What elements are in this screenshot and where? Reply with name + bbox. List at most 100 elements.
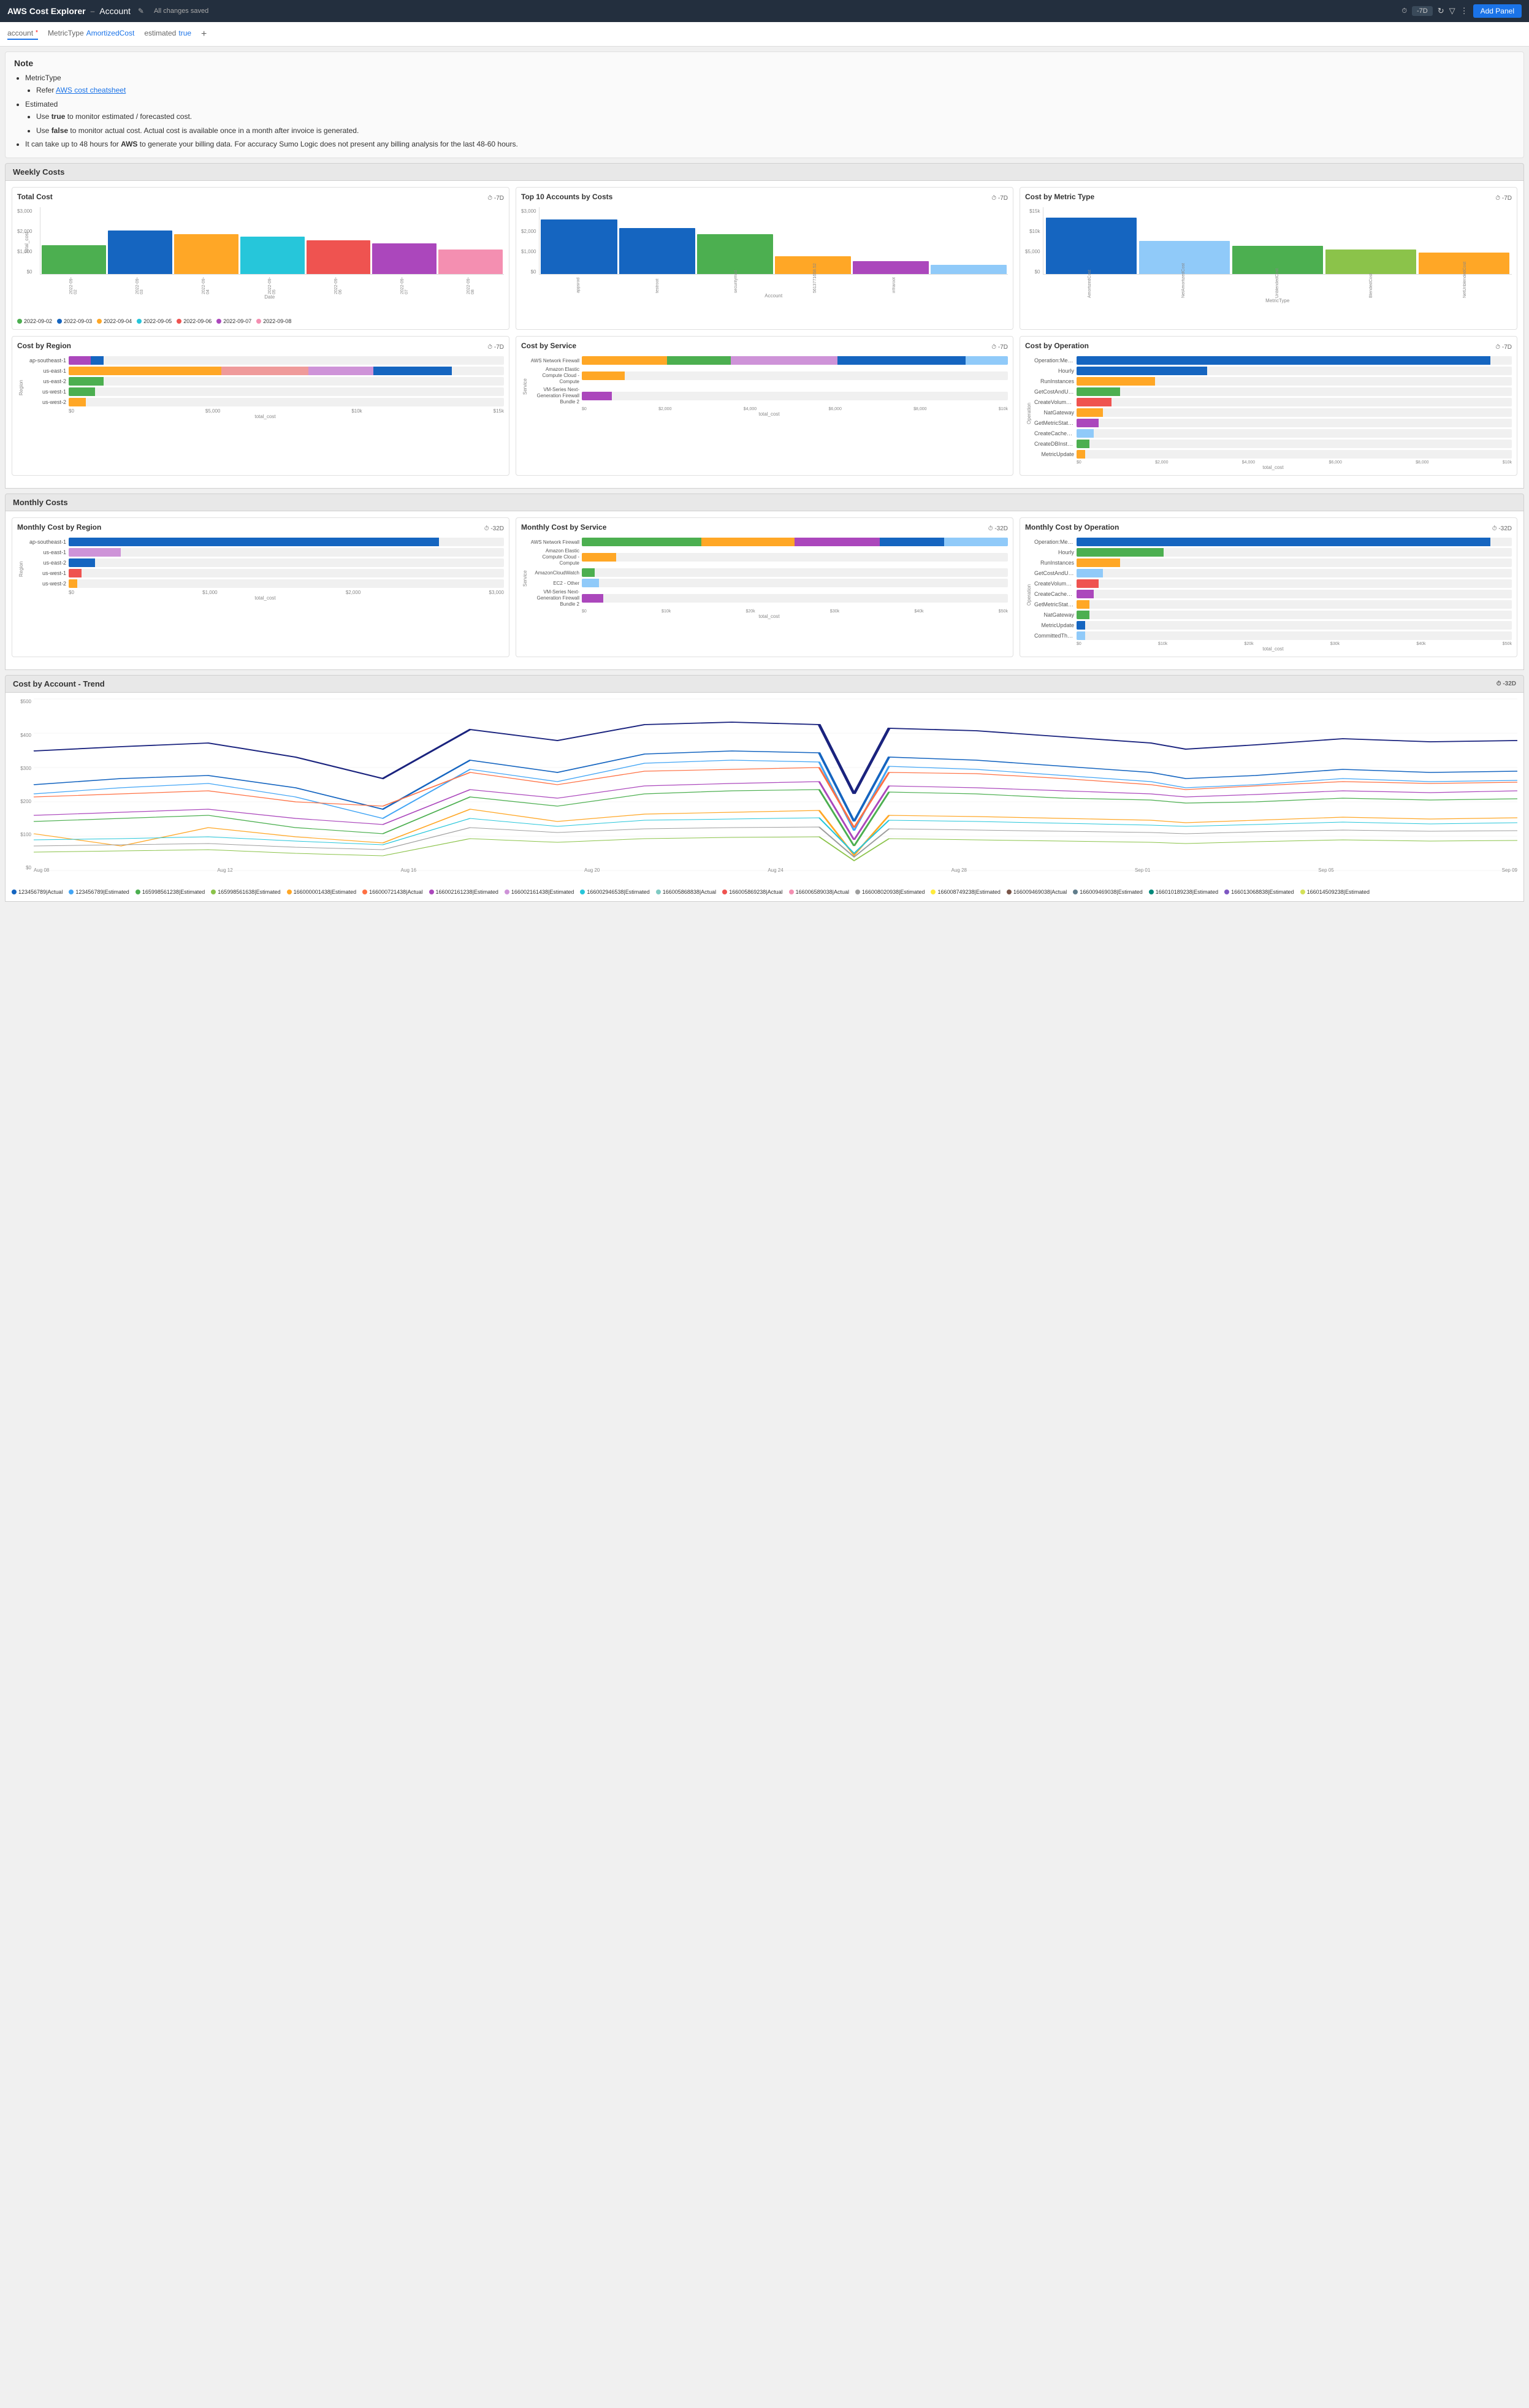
trend-chart-container: $500$400$300$200$100$0 xyxy=(5,693,1524,902)
bar-testroot xyxy=(619,228,695,275)
title-separator: – xyxy=(91,7,95,15)
note-item-metric: MetricType xyxy=(25,74,61,82)
legend-item-4: 165998561638|Estimated xyxy=(211,889,280,895)
bar-sep03 xyxy=(108,231,172,274)
top-accounts-time[interactable]: ⏱ -7D xyxy=(991,195,1008,202)
trend-legend: 123456789|Actual 123456789|Estimated 165… xyxy=(12,889,1517,895)
legend-sep02: 2022-09-02 xyxy=(17,318,52,324)
note-item-estimated: Estimated xyxy=(25,100,58,109)
monthly-costs-container: Monthly Cost by Region ⏱ -32D Region ap-… xyxy=(5,511,1524,670)
trend-section-header: Cost by Account - Trend ⏱ -32D xyxy=(5,675,1524,693)
filter-account[interactable]: account * xyxy=(7,29,38,40)
monthly-service-cloudwatch: AmazonCloudWatch xyxy=(530,568,1008,577)
op-row-metricupdate: MetricUpdate xyxy=(1034,450,1512,459)
legend-item-10: 166005868838|Actual xyxy=(656,889,716,895)
monthly-service-firewall: AWS Network Firewall xyxy=(530,538,1008,546)
legend-item-19: 166014509238|Estimated xyxy=(1300,889,1370,895)
cost-operation-title: Cost by Operation xyxy=(1025,341,1089,350)
monthly-region-use2: us-east-2 xyxy=(26,558,504,567)
legend-item-7: 166002161238|Estimated xyxy=(429,889,498,895)
monthly-op-hourly: Hourly xyxy=(1034,548,1512,557)
legend-item-5: 166000001438|Estimated xyxy=(287,889,356,895)
clock-icon: ⏱ xyxy=(1401,7,1407,15)
monthly-operation-panel: Monthly Cost by Operation ⏱ -32D Operati… xyxy=(1020,517,1517,657)
monthly-op-runinstances: RunInstances xyxy=(1034,558,1512,567)
filter-metric-value: AmortizedCost xyxy=(86,29,135,37)
monthly-region-time[interactable]: ⏱ -32D xyxy=(484,525,504,532)
region-row-us-west-2: us-west-2 xyxy=(26,398,504,406)
monthly-service-ec2: Amazon Elastic Compute Cloud - Compute xyxy=(530,548,1008,566)
legend-item-1: 123456789|Actual xyxy=(12,889,63,895)
monthly-service-time[interactable]: ⏱ -32D xyxy=(988,525,1008,532)
region-row-us-east-1: us-east-1 xyxy=(26,367,504,375)
cost-operation-time[interactable]: ⏱ -7D xyxy=(1495,344,1512,351)
op-row-createvol: CreateVolume-Gp2 xyxy=(1034,398,1512,406)
service-row-firewall: AWS Network Firewall xyxy=(530,356,1008,365)
weekly-costs-container: Total Cost ⏱ -7D $3,000$2,000$1,000$0 to… xyxy=(5,181,1524,489)
legend-item-16: 166009469038|Estimated xyxy=(1073,889,1142,895)
legend-item-18: 166013068838|Estimated xyxy=(1224,889,1294,895)
monthly-op-createvol: CreateVolume-Gp2 xyxy=(1034,579,1512,588)
bar-sep05 xyxy=(240,237,305,274)
legend-sep06: 2022-09-06 xyxy=(177,318,212,324)
legend-sep08: 2022-09-08 xyxy=(256,318,291,324)
service-row-ec2: Amazon Elastic Compute Cloud - Compute xyxy=(530,367,1008,385)
monthly-region-title: Monthly Cost by Region xyxy=(17,523,101,532)
legend-item-9: 166002946538|Estimated xyxy=(580,889,649,895)
op-row-createcache: CreateCacheCluster:002 xyxy=(1034,429,1512,438)
monthly-service-panel: Monthly Cost by Service ⏱ -32D Service A… xyxy=(516,517,1013,657)
monthly-region-use1: us-east-1 xyxy=(26,548,504,557)
filter-icon[interactable]: ▽ xyxy=(1449,6,1455,16)
bar-appsrod xyxy=(541,219,617,274)
note-link-cheatsheet[interactable]: AWS cost cheatsheet xyxy=(56,86,126,94)
filter-estimated[interactable]: estimated true xyxy=(144,29,191,40)
legend-sep04: 2022-09-04 xyxy=(97,318,132,324)
monthly-service-vm: VM-Series Next-Generation Firewall Bundl… xyxy=(530,589,1008,608)
cost-region-time[interactable]: ⏱ -7D xyxy=(487,344,504,351)
monthly-costs-header: Monthly Costs xyxy=(5,493,1524,511)
total-cost-time[interactable]: ⏱ -7D xyxy=(487,195,504,202)
cost-service-time[interactable]: ⏱ -7D xyxy=(991,344,1008,351)
monthly-region-panel: Monthly Cost by Region ⏱ -32D Region ap-… xyxy=(12,517,509,657)
monthly-service-ec2other: EC2 - Other xyxy=(530,579,1008,587)
saved-status: All changes saved xyxy=(154,7,208,15)
bar-sep08 xyxy=(438,250,503,274)
filter-account-label: account xyxy=(7,29,33,37)
monthly-operation-time[interactable]: ⏱ -32D xyxy=(1492,525,1512,532)
note-section: Note MetricType Refer AWS cost cheatshee… xyxy=(5,51,1524,158)
filter-estimated-value: true xyxy=(178,29,191,37)
bar-securitymsd xyxy=(697,234,773,274)
note-list: MetricType Refer AWS cost cheatsheet Est… xyxy=(14,72,1515,150)
legend-sep05: 2022-09-05 xyxy=(137,318,172,324)
filter-bar: account * MetricType AmortizedCost estim… xyxy=(0,22,1529,47)
legend-item-8: 166002161438|Estimated xyxy=(505,889,574,895)
weekly-row-2: Cost by Region ⏱ -7D Region ap-southeast… xyxy=(12,336,1517,476)
monthly-region-usw2: us-west-2 xyxy=(26,579,504,588)
legend-item-14: 166008749238|Estimated xyxy=(931,889,1000,895)
total-cost-panel: Total Cost ⏱ -7D $3,000$2,000$1,000$0 to… xyxy=(12,187,509,330)
trend-time[interactable]: ⏱ -32D xyxy=(1497,680,1516,687)
add-panel-button[interactable]: Add Panel xyxy=(1473,4,1522,18)
time-range[interactable]: -7D xyxy=(1412,6,1433,16)
cost-metric-time[interactable]: ⏱ -7D xyxy=(1495,195,1512,202)
refresh-icon[interactable]: ↻ xyxy=(1438,6,1444,16)
trend-chart-area: $500$400$300$200$100$0 xyxy=(12,699,1517,895)
filter-metric-type[interactable]: MetricType AmortizedCost xyxy=(48,29,134,40)
legend-sep03: 2022-09-03 xyxy=(57,318,92,324)
cost-metric-title: Cost by Metric Type xyxy=(1025,192,1094,201)
top-accounts-panel: Top 10 Accounts by Costs ⏱ -7D $3,000$2,… xyxy=(516,187,1013,330)
trend-title: Cost by Account - Trend xyxy=(13,679,105,688)
legend-item-11: 166005869238|Actual xyxy=(722,889,782,895)
add-filter-button[interactable]: + xyxy=(201,29,207,40)
filter-metric-label: MetricType xyxy=(48,29,84,37)
monthly-op-metering: Operation:Metering xyxy=(1034,538,1512,546)
more-icon[interactable]: ⋮ xyxy=(1460,6,1468,16)
op-row-hourly: Hourly xyxy=(1034,367,1512,375)
top-accounts-title: Top 10 Accounts by Costs xyxy=(521,192,612,201)
cost-metric-panel: Cost by Metric Type ⏱ -7D $15k$10k$5,000… xyxy=(1020,187,1517,330)
edit-icon[interactable]: ✎ xyxy=(138,7,144,15)
legend-item-13: 166008020938|Estimated xyxy=(855,889,925,895)
service-row-vm: VM-Series Next-Generation Firewall Bundl… xyxy=(530,387,1008,405)
total-cost-title: Total Cost xyxy=(17,192,53,201)
bar-blended xyxy=(1325,250,1416,274)
